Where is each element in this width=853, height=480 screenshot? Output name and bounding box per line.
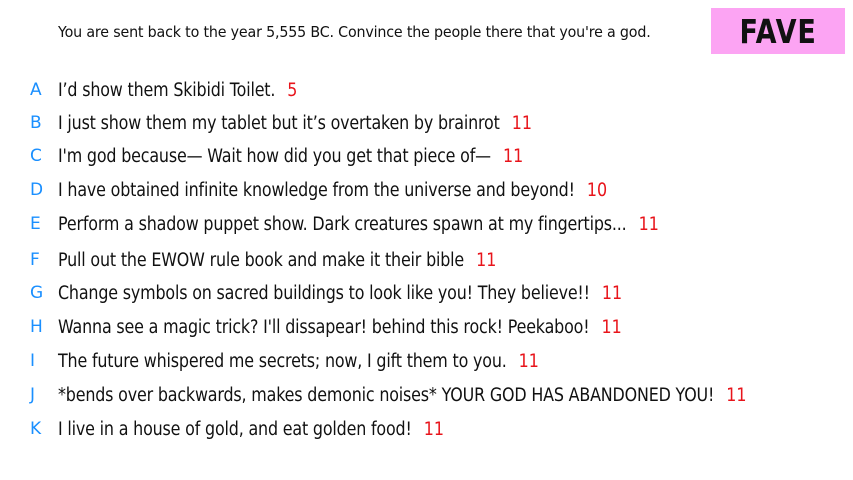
answer-score: 5 — [287, 79, 298, 101]
answer-score: 11 — [476, 249, 497, 271]
answer-score: 11 — [638, 213, 659, 235]
answer-text: Wanna see a magic trick? I'll dissapear!… — [58, 316, 590, 338]
answer-body: Wanna see a magic trick? I'll dissapear!… — [58, 317, 622, 338]
answer-letter: J — [30, 385, 36, 405]
answer-text: Pull out the EWOW rule book and make it … — [58, 249, 465, 271]
answer-text: Change symbols on sacred buildings to lo… — [58, 282, 590, 304]
answer-body: I’d show them Skibidi Toilet. 5 — [58, 80, 297, 101]
prompt-text: You are sent back to the year 5,555 BC. … — [58, 23, 651, 41]
answer-body: Change symbols on sacred buildings to lo… — [58, 283, 622, 304]
answer-letter: A — [30, 80, 42, 100]
answer-letter: I — [30, 351, 36, 371]
answer-score: 10 — [586, 179, 608, 201]
answer-letter: K — [30, 419, 42, 439]
answer-body: I have obtained infinite knowledge from … — [58, 180, 607, 201]
answer-body: The future whispered me secrets; now, I … — [58, 351, 539, 372]
fave-badge: FAVE — [711, 8, 845, 54]
answer-score: 11 — [423, 418, 444, 440]
answer-text: I have obtained infinite knowledge from … — [58, 179, 575, 201]
answer-letter: E — [30, 214, 41, 234]
answer-letter: H — [30, 317, 43, 337]
answer-score: 11 — [726, 384, 747, 406]
answer-letter: B — [30, 113, 42, 133]
answer-body: I just show them my tablet but it’s over… — [58, 113, 532, 134]
answer-body: *bends over backwards, makes demonic noi… — [58, 385, 747, 406]
answer-body: Pull out the EWOW rule book and make it … — [58, 250, 496, 271]
answer-body: Perform a shadow puppet show. Dark creat… — [58, 214, 659, 235]
answer-text: Perform a shadow puppet show. Dark creat… — [58, 213, 627, 235]
answer-score: 11 — [601, 316, 622, 338]
answer-text: I live in a house of gold, and eat golde… — [58, 418, 412, 440]
answer-score: 11 — [601, 282, 623, 304]
answer-score: 11 — [511, 112, 532, 134]
answer-score: 11 — [518, 350, 539, 372]
answer-text: I’d show them Skibidi Toilet. — [58, 79, 276, 101]
answer-letter: G — [30, 283, 44, 303]
answer-text: *bends over backwards, makes demonic noi… — [58, 384, 715, 406]
answer-text: I just show them my tablet but it’s over… — [58, 112, 500, 134]
answer-text: The future whispered me secrets; now, I … — [58, 350, 507, 372]
answer-letter: F — [30, 250, 40, 270]
fave-badge-label: FAVE — [739, 11, 817, 51]
answer-letter: D — [30, 180, 44, 200]
answer-letter: C — [30, 146, 42, 166]
answer-score: 11 — [502, 145, 524, 167]
answer-body: I'm god because— Wait how did you get th… — [58, 146, 523, 167]
answer-text: I'm god because— Wait how did you get th… — [58, 145, 491, 167]
answer-body: I live in a house of gold, and eat golde… — [58, 419, 444, 440]
